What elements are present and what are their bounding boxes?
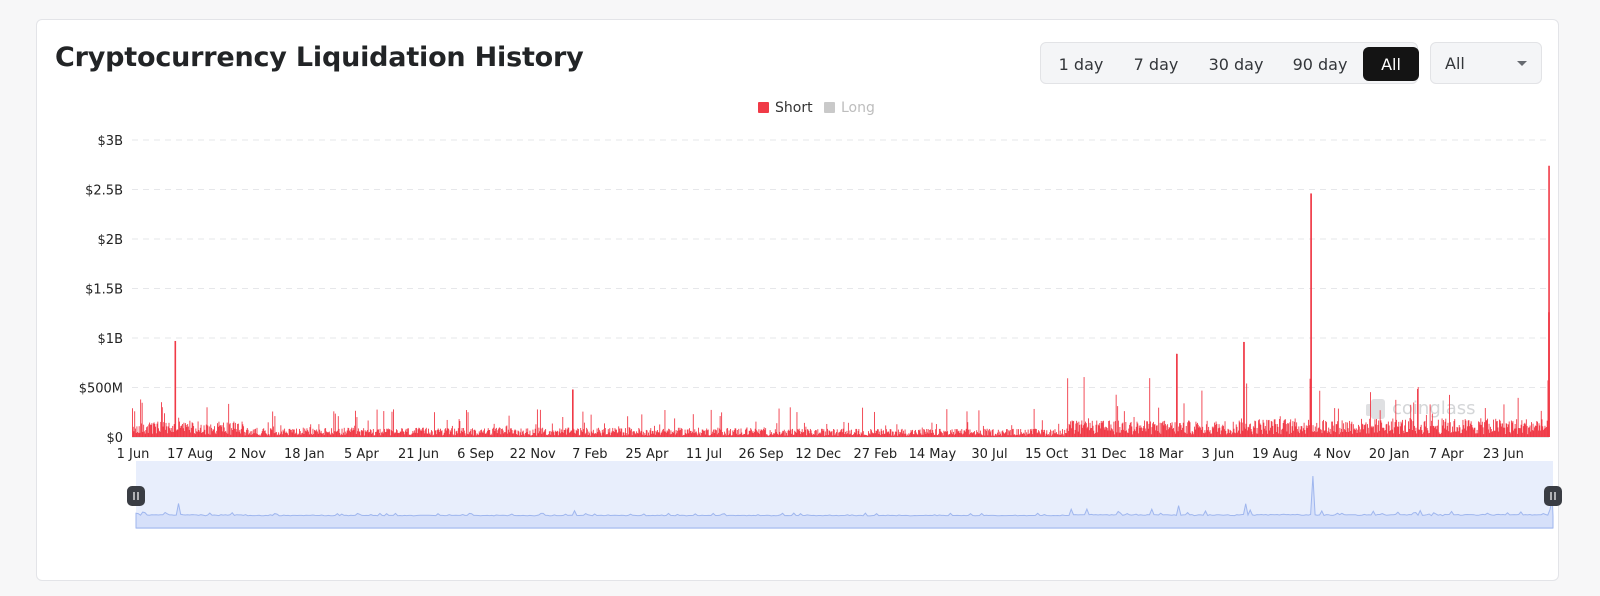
x-tick-label: 2 Nov [228,447,266,462]
legend-item-long[interactable]: Long [824,100,875,116]
chart-grid [132,139,1549,438]
y-tick-label: $3B [98,134,123,149]
x-tick-label: 1 Jun [117,447,150,462]
x-tick-label: 5 Apr [344,447,380,462]
bar-spike [1243,341,1245,437]
x-tick-label: 20 Jan [1369,447,1410,462]
y-tick-label: $2B [98,233,123,248]
bar [627,416,629,437]
bar [1279,416,1281,437]
bar-spike [1176,353,1178,437]
bar [354,410,356,437]
x-tick-label: 6 Sep [457,447,494,462]
bar [935,424,937,437]
bar-spike [1548,312,1550,437]
x-tick-label: 25 Apr [625,447,669,462]
bar-spike [572,389,574,437]
bar [393,409,394,437]
x-tick-label: 30 Jul [971,447,1007,462]
x-tick-label: 4 Nov [1313,447,1351,462]
bar [710,409,712,437]
bar [467,412,469,437]
watermark-logo-icon [1366,399,1385,419]
bar [896,424,898,437]
x-tick-label: 18 Jan [284,447,325,462]
x-tick-label: 12 Dec [795,447,841,462]
x-tick-label: 15 Oct [1025,447,1068,462]
navigator-handle-left[interactable] [127,486,145,506]
bar [674,418,676,437]
x-tick-label: 23 Jun [1483,447,1524,462]
x-tick-label: 21 Jun [398,447,439,462]
bar [1246,383,1248,437]
x-tick-label: 18 Mar [1138,447,1184,462]
bar [536,409,538,437]
x-tick-label: 7 Feb [572,447,607,462]
x-tick-label: 31 Dec [1081,447,1127,462]
handle-grip [1544,486,1562,506]
y-tick-label: $0 [106,431,123,446]
legend-item-short[interactable]: Short [758,100,813,116]
bar [1158,407,1160,437]
bar [535,424,537,437]
x-tick-label: 3 Jun [1202,447,1235,462]
y-tick-label: $500M [79,382,123,397]
bar-spike [174,340,177,437]
x-tick-label: 22 Nov [510,447,556,462]
bar [978,410,980,437]
x-tick-label: 17 Aug [167,447,213,462]
x-axis: 1 Jun 17 Aug 2 Nov 18 Jan 5 Apr 21 Jun 6 Sep 22… [117,447,1524,462]
bar-spike [1310,193,1312,437]
bar [466,410,468,437]
range-navigator[interactable] [127,461,1562,529]
x-tick-label: 14 May [909,447,957,462]
liquidation-chart: Short Long $0 $500M $1B $1.5B $2B $2.5B $3B co… [79,100,1562,529]
bar [1115,394,1117,437]
x-tick-label: 11 Jul [686,447,722,462]
x-tick-label: 27 Feb [853,447,897,462]
x-tick-label: 26 Sep [739,447,784,462]
y-tick-label: $2.5B [85,184,123,199]
legend-swatch-short [758,102,769,113]
handle-grip [127,486,145,506]
legend-swatch-long [824,102,835,113]
chart-legend: Short Long [758,100,875,116]
y-tick-label: $1.5B [85,283,123,298]
bar [1067,378,1069,437]
x-tick-label: 19 Aug [1252,447,1298,462]
legend-label-short: Short [775,100,813,116]
watermark-text: coinglass [1392,398,1476,419]
navigator-handle-right[interactable] [1544,486,1562,506]
legend-label-long: Long [841,100,875,116]
y-axis: $0 $500M $1B $1.5B $2B $2.5B $3B [79,134,123,446]
bar [641,414,643,437]
bar [141,402,143,437]
y-tick-label: $1B [98,332,123,347]
x-tick-label: 7 Apr [1429,447,1465,462]
short-series-bars [132,165,1550,438]
bar [1337,408,1339,437]
bar [1183,403,1185,437]
